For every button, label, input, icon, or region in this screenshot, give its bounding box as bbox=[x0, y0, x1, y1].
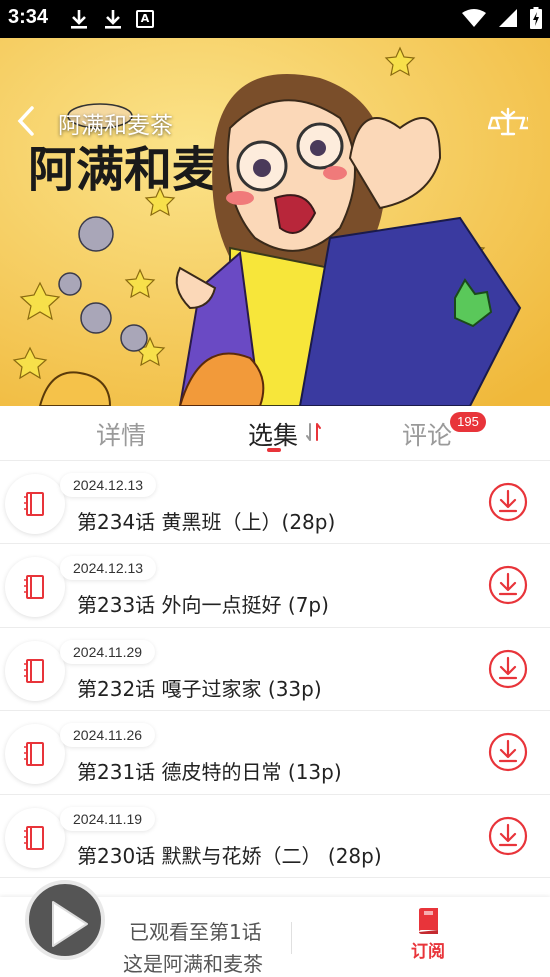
episode-book-button bbox=[5, 557, 65, 618]
episode-row[interactable]: 2024.11.29 第232话 嘎子过家家 (33p) bbox=[0, 627, 550, 712]
sort-order-icon[interactable] bbox=[306, 421, 322, 443]
episode-title: 第231话 德皮特的日常 (13p) bbox=[77, 760, 342, 785]
episode-row[interactable]: 2024.11.26 第231话 德皮特的日常 (13p) bbox=[0, 711, 550, 795]
comic-title-text: 这是阿满和麦茶 bbox=[123, 952, 263, 976]
episode-title: 第233话 外向一点挺好 (7p) bbox=[77, 593, 329, 618]
episode-row[interactable]: 2024.12.13 第233话 外向一点挺好 (7p) bbox=[0, 544, 550, 628]
download-icon[interactable] bbox=[488, 649, 528, 689]
episode-date: 2024.11.19 bbox=[60, 806, 156, 831]
episode-book-button bbox=[5, 807, 65, 868]
episode-book-button bbox=[5, 640, 65, 701]
episode-date: 2024.11.29 bbox=[60, 639, 156, 664]
episode-date: 2024.12.13 bbox=[60, 473, 157, 497]
episode-list: 2024.12.13 第234话 黄黑班（上）(28p) 2024.12.13 … bbox=[0, 461, 550, 878]
cellular-icon bbox=[499, 9, 517, 27]
download-icon bbox=[105, 10, 121, 29]
episode-row[interactable]: 2024.12.13 第234话 黄黑班（上）(28p) bbox=[0, 461, 550, 545]
text-a-icon: A bbox=[136, 10, 154, 28]
balance-scale-icon[interactable] bbox=[488, 106, 528, 140]
download-icon bbox=[71, 10, 87, 29]
download-icon[interactable] bbox=[488, 565, 528, 605]
book-icon bbox=[24, 658, 44, 683]
cover-artwork: 阿满和麦茶。 bbox=[0, 38, 550, 406]
divider bbox=[291, 922, 292, 954]
system-status-icons bbox=[462, 7, 542, 29]
cover-banner: 阿满和麦茶。 阿满和麦茶 bbox=[0, 38, 550, 406]
book-icon bbox=[24, 825, 44, 850]
play-icon bbox=[52, 901, 88, 947]
book-icon bbox=[24, 492, 44, 516]
book-icon bbox=[24, 575, 44, 600]
back-arrow-icon[interactable] bbox=[12, 104, 42, 138]
continue-reading-button[interactable] bbox=[25, 880, 105, 960]
status-time: 3:34 bbox=[8, 6, 49, 28]
episode-row[interactable]: 2024.11.19 第230话 默默与花娇（二） (28p) bbox=[0, 794, 550, 878]
subscribe-book-icon bbox=[419, 908, 438, 934]
episode-title: 第230话 默默与花娇（二） (28p) bbox=[77, 843, 382, 868]
reading-progress-text: 已观看至第1话 bbox=[129, 920, 262, 944]
subscribe-label: 订阅 bbox=[411, 942, 445, 962]
episode-book-button bbox=[5, 724, 65, 785]
book-icon bbox=[24, 742, 44, 767]
download-icon[interactable] bbox=[488, 732, 528, 772]
status-bar: 3:34 A bbox=[0, 0, 550, 38]
tab-comments[interactable]: 评论 bbox=[402, 416, 452, 452]
page-title: 阿满和麦茶 bbox=[58, 113, 173, 139]
wifi-icon bbox=[462, 9, 486, 27]
comments-count-badge: 195 bbox=[450, 412, 486, 432]
episode-title: 第234话 黄黑班（上）(28p) bbox=[77, 510, 336, 534]
episode-date: 2024.11.26 bbox=[60, 723, 156, 748]
episode-date: 2024.12.13 bbox=[60, 556, 157, 581]
download-icon[interactable] bbox=[488, 482, 528, 522]
tab-episodes[interactable]: 选集 bbox=[248, 416, 298, 452]
subscribe-button[interactable]: 订阅 bbox=[398, 907, 458, 971]
battery-charging-icon bbox=[530, 7, 542, 29]
tab-details[interactable]: 详情 bbox=[96, 416, 146, 452]
episode-title: 第232话 嘎子过家家 (33p) bbox=[77, 676, 322, 701]
download-icon[interactable] bbox=[488, 816, 528, 856]
episode-book-button bbox=[5, 474, 65, 534]
notification-icons: A bbox=[68, 8, 154, 30]
active-tab-indicator bbox=[267, 448, 281, 452]
